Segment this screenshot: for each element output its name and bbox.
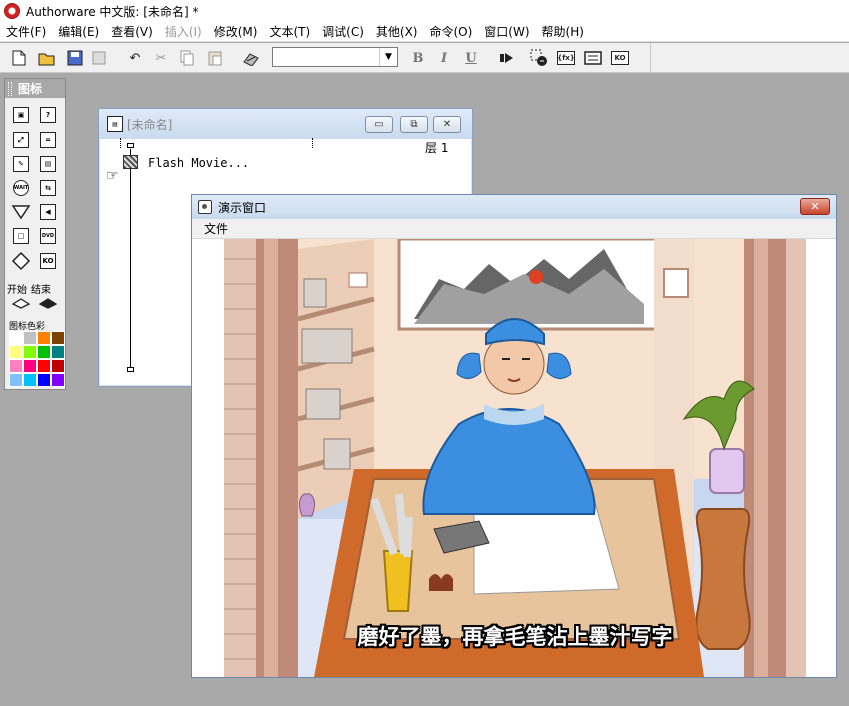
save-icon[interactable]	[66, 49, 84, 67]
presentation-menu-bar: 文件	[192, 219, 836, 239]
new-file-icon[interactable]	[10, 49, 28, 67]
restart-icon[interactable]	[498, 49, 516, 67]
decision-icon[interactable]	[10, 202, 32, 222]
flash-movie-scene: 磨好了墨，再拿毛笔沾上墨汁写字	[224, 239, 806, 677]
knowledge-object-icon[interactable]: KO	[37, 251, 59, 271]
video-icon[interactable]: DVD	[37, 226, 59, 246]
presentation-window-icon	[198, 200, 212, 214]
menu-insert[interactable]: 插入(I)	[159, 23, 208, 40]
framework-icon[interactable]: □	[10, 226, 32, 246]
design-window-icon: ▤	[107, 116, 123, 132]
find-icon[interactable]	[242, 49, 260, 67]
paste-icon[interactable]	[206, 49, 224, 67]
interaction-icon[interactable]: ?	[37, 105, 59, 125]
minimize-button[interactable]: ▭	[365, 116, 393, 133]
color-swatch[interactable]	[9, 359, 23, 373]
restore-button[interactable]: ⧉	[400, 116, 428, 133]
subtitle-caption: 磨好了墨，再拿毛笔沾上墨汁写字	[357, 625, 673, 649]
digital-movie-icon[interactable]: ▤	[37, 154, 59, 174]
flash-movie-label[interactable]: Flash Movie...	[148, 156, 249, 170]
presentation-menu-file[interactable]: 文件	[204, 220, 228, 237]
undo-icon[interactable]: ↶	[126, 49, 144, 67]
authorware-logo-icon	[4, 3, 20, 19]
icon-color-swatches	[9, 331, 65, 387]
close-button[interactable]: ✕	[800, 198, 830, 215]
start-flag-icon[interactable]	[10, 293, 32, 313]
navigate-icon[interactable]: ⇆	[37, 178, 59, 198]
underline-button[interactable]: U	[462, 49, 480, 67]
control-panel-icon[interactable]	[530, 49, 548, 67]
wait-icon[interactable]: WAIT	[10, 178, 32, 198]
presentation-window-title: 演示窗口	[218, 200, 267, 215]
map-icon[interactable]	[10, 251, 32, 271]
palette-header[interactable]: 图标	[5, 79, 65, 98]
menu-window[interactable]: 窗口(W)	[478, 23, 535, 40]
flowline-dotted-end	[312, 138, 313, 148]
color-swatch[interactable]	[51, 331, 65, 345]
calculation-icon[interactable]: =	[37, 130, 59, 150]
design-window-title: [未命名]	[127, 117, 173, 132]
erase-icon[interactable]: ✎	[10, 154, 32, 174]
menu-debug[interactable]: 调试(C)	[316, 23, 370, 40]
flowline-start-handle[interactable]	[127, 143, 134, 148]
flowline-end-handle[interactable]	[127, 367, 134, 372]
flowline[interactable]	[130, 149, 131, 371]
flowline-dotted-start	[120, 138, 121, 148]
variables-icon[interactable]	[584, 49, 602, 67]
dvd-label: DVD	[40, 228, 56, 244]
color-swatch[interactable]	[9, 373, 23, 387]
grip-icon[interactable]	[8, 81, 12, 96]
palette-title: 图标	[18, 82, 43, 96]
bold-button[interactable]: B	[409, 49, 427, 67]
presentation-window-titlebar[interactable]: 演示窗口 ✕	[192, 195, 836, 219]
menu-help[interactable]: 帮助(H)	[536, 23, 590, 40]
display-icon[interactable]: ▣	[10, 105, 32, 125]
color-swatch[interactable]	[23, 345, 37, 359]
color-swatch[interactable]	[23, 331, 37, 345]
color-swatch[interactable]	[37, 373, 51, 387]
presentation-window: 演示窗口 ✕ 文件 磨好了墨，再拿毛笔沾上墨汁写字	[191, 194, 837, 678]
paste-hand-icon: ☞	[106, 168, 119, 184]
open-folder-icon[interactable]	[38, 49, 56, 67]
app-title-bar: Authorware 中文版: [未命名] *	[0, 0, 849, 22]
knowledge-objects-icon[interactable]: KO	[611, 49, 629, 67]
menu-file[interactable]: 文件(F)	[0, 23, 52, 40]
end-flag-icon[interactable]	[37, 293, 59, 313]
color-swatch[interactable]	[37, 359, 51, 373]
font-select[interactable]: ▼	[272, 47, 398, 67]
flash-movie-icon[interactable]	[123, 155, 138, 169]
import-icon[interactable]	[90, 49, 108, 67]
app-title: Authorware 中文版: [未命名] *	[26, 4, 199, 19]
color-swatch[interactable]	[37, 345, 51, 359]
color-swatch[interactable]	[51, 373, 65, 387]
close-button[interactable]: ✕	[433, 116, 461, 133]
menu-edit[interactable]: 编辑(E)	[52, 23, 105, 40]
color-swatch[interactable]	[23, 359, 37, 373]
color-swatch[interactable]	[9, 331, 23, 345]
motion-icon[interactable]: ⤢	[10, 130, 32, 150]
sound-icon[interactable]: ◀	[37, 202, 59, 222]
menu-view[interactable]: 查看(V)	[105, 23, 159, 40]
menu-text[interactable]: 文本(T)	[263, 23, 316, 40]
wait-label: WAIT	[13, 180, 29, 196]
color-swatch[interactable]	[51, 345, 65, 359]
italic-button[interactable]: I	[435, 49, 453, 67]
copy-icon[interactable]	[178, 49, 196, 67]
icon-palette: 图标 ▣ ? ⤢ = ✎ ▤ WAIT ⇆ ◀ □ DVD KO 开始 结束 图…	[4, 78, 66, 390]
color-swatch[interactable]	[37, 331, 51, 345]
cut-icon[interactable]: ✂	[152, 49, 170, 67]
chevron-down-icon[interactable]: ▼	[379, 48, 397, 66]
scene-illustration	[224, 239, 806, 677]
menu-other[interactable]: 其他(X)	[370, 23, 424, 40]
menu-command[interactable]: 命令(O)	[423, 23, 478, 40]
design-window-titlebar[interactable]: ▤ [未命名] ▭ ⧉ ✕	[99, 109, 472, 139]
toolbar-divider	[650, 43, 651, 73]
color-swatch[interactable]	[51, 359, 65, 373]
menu-bar: 文件(F) 编辑(E) 查看(V) 插入(I) 修改(M) 文本(T) 调试(C…	[0, 22, 849, 42]
functions-icon[interactable]: {fx}	[557, 49, 575, 67]
menu-modify[interactable]: 修改(M)	[208, 23, 264, 40]
color-swatch[interactable]	[9, 345, 23, 359]
layer-label: 层 1	[425, 141, 449, 155]
color-swatch[interactable]	[23, 373, 37, 387]
